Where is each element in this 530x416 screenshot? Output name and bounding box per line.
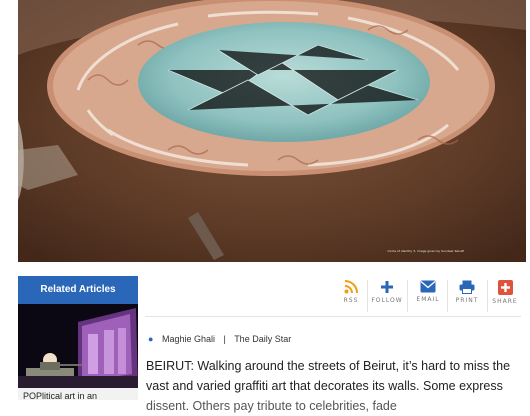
article-text-line: dissent. Others pay tribute to celebriti…: [146, 399, 397, 413]
follow-label: FOLLOW: [371, 297, 403, 304]
byline-divider: |: [223, 334, 226, 344]
related-articles-header: Related Articles: [18, 276, 138, 304]
share-label: SHARE: [492, 298, 518, 305]
printer-icon: [459, 280, 475, 294]
author-name[interactable]: Maghie Ghali: [162, 334, 215, 344]
plus-icon: [381, 281, 393, 293]
article-byline: ● Maghie Ghali | The Daily Star: [148, 334, 291, 344]
email-button[interactable]: EMAIL: [410, 280, 446, 314]
article-source: The Daily Star: [234, 334, 292, 344]
article-hero-image: Circle of identity 3, image given by Sun…: [18, 0, 526, 262]
email-label: EMAIL: [416, 296, 440, 303]
follow-button[interactable]: FOLLOW: [369, 280, 405, 314]
article-text-line: BEIRUT: Walking around the streets of Be…: [146, 359, 511, 373]
article-body: BEIRUT: Walking around the streets of Be…: [146, 356, 520, 416]
hero-artwork: [18, 0, 526, 262]
user-icon: ●: [148, 334, 154, 344]
share-button[interactable]: SHARE: [487, 280, 523, 314]
share-toolbar: RSS FOLLOW EMAIL PRINT SHARE: [145, 276, 521, 317]
hero-caption: Circle of identity 3, image given by Sun…: [387, 249, 464, 253]
related-article-title[interactable]: POPlitical art in an: [23, 391, 133, 402]
related-articles-panel: Related Articles POPlitical art in an: [18, 276, 138, 402]
print-button[interactable]: PRINT: [449, 280, 485, 314]
rss-button[interactable]: RSS: [333, 280, 369, 314]
share-divider: [447, 280, 448, 312]
related-thumbnail-image: [18, 304, 138, 388]
rss-icon: [344, 280, 358, 294]
envelope-icon: [420, 280, 436, 293]
share-plus-icon: [497, 280, 513, 295]
related-article-thumbnail[interactable]: [18, 304, 138, 388]
share-divider: [407, 280, 408, 312]
share-divider: [367, 280, 368, 312]
article-text-line: vast and varied graffiti art that decora…: [146, 379, 503, 393]
rss-label: RSS: [343, 297, 359, 304]
print-label: PRINT: [455, 297, 479, 304]
